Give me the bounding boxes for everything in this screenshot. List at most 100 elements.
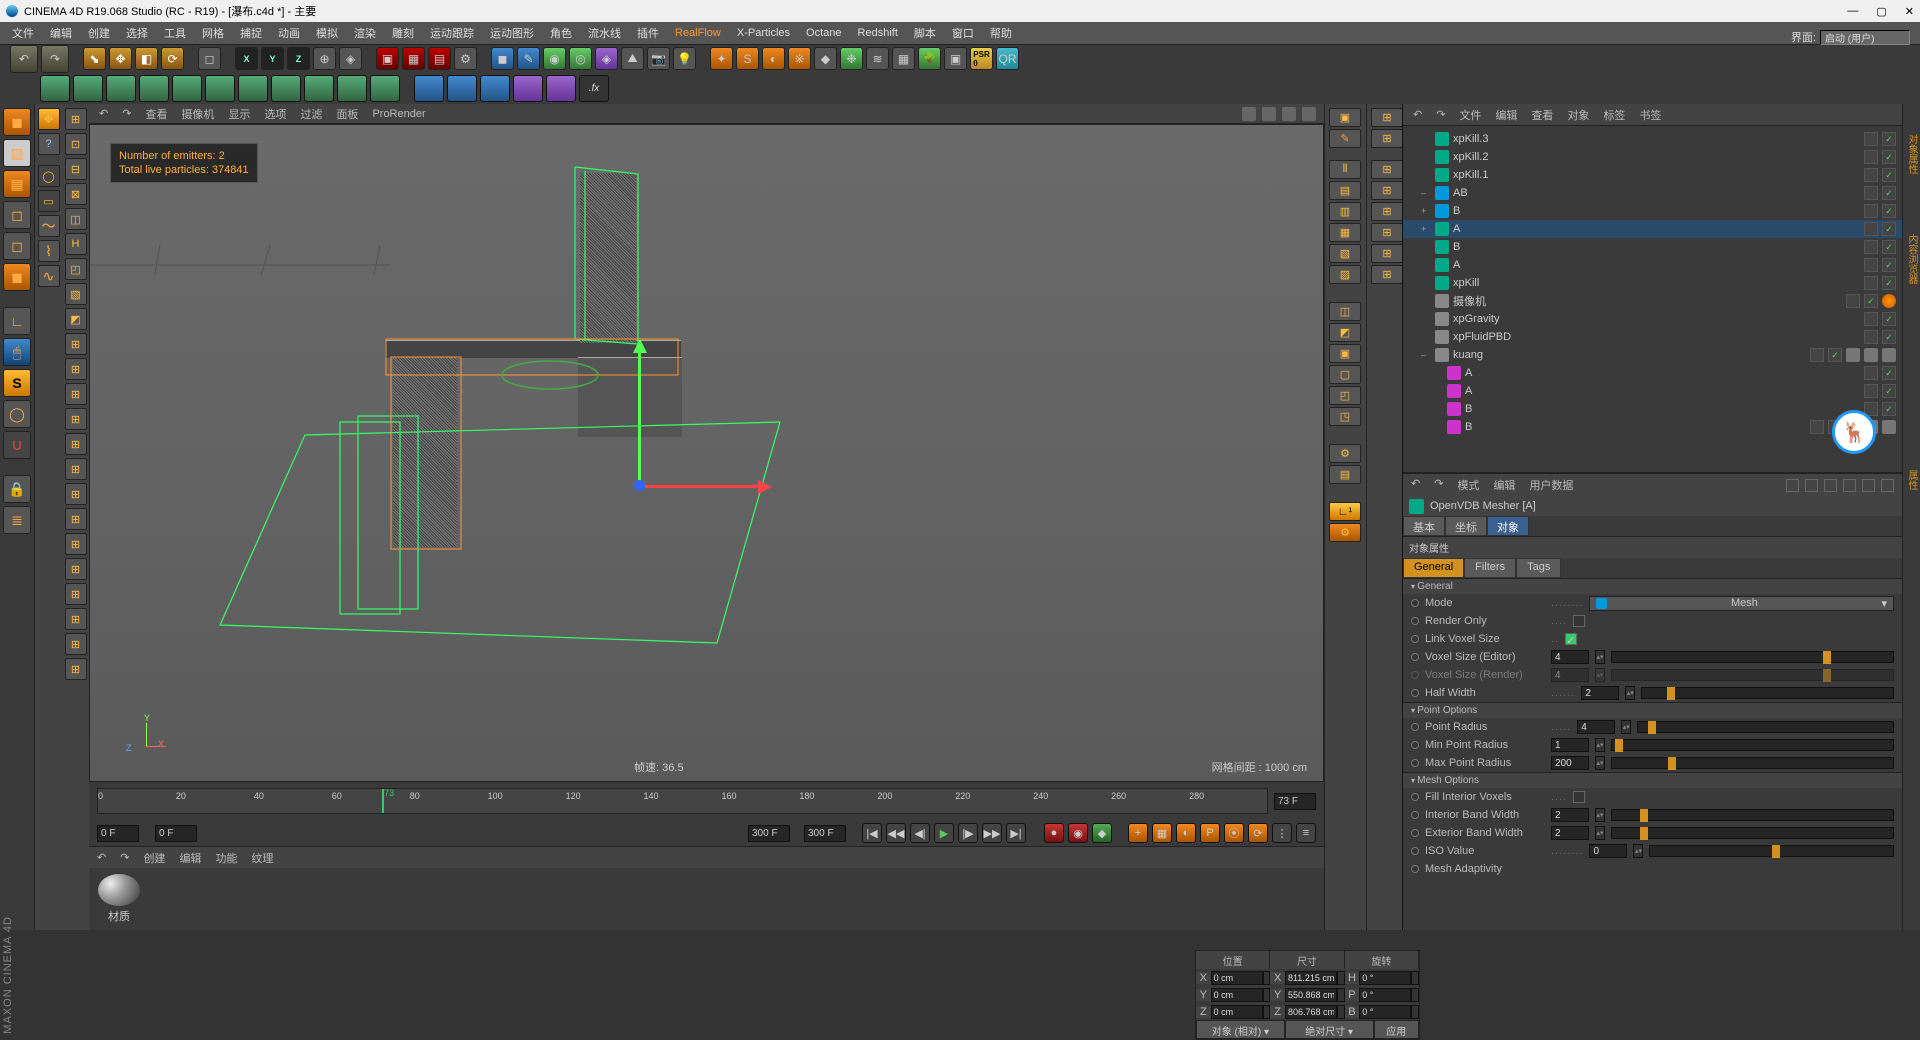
rc-gear[interactable]: ⚙ (1329, 523, 1361, 542)
keysel-3[interactable]: ◐ (1176, 823, 1196, 843)
tp2-5[interactable]: ◫ (65, 208, 87, 230)
om-item[interactable]: –AB (1403, 184, 1902, 202)
keyframe-button[interactable]: ◆ (1092, 823, 1112, 843)
tp2-20[interactable]: ⊞ (65, 583, 87, 605)
tp2-17[interactable]: ⊞ (65, 508, 87, 530)
rc2-1[interactable]: ⊞ (1371, 108, 1403, 127)
rc-1[interactable]: ▣ (1329, 108, 1361, 127)
attr-nav-up[interactable] (1824, 479, 1837, 492)
vp-redo-icon[interactable]: ↷ (122, 107, 131, 120)
itab-general[interactable]: General (1403, 558, 1464, 578)
om-redo[interactable]: ↷ (1436, 108, 1445, 121)
viewport[interactable]: Number of emitters: 2 Total live particl… (89, 124, 1324, 782)
rc2-3[interactable]: ⊞ (1371, 160, 1403, 179)
menu-redshift[interactable]: Redshift (852, 25, 904, 41)
material-manager[interactable]: 材质 (89, 868, 1324, 930)
menu-snap[interactable]: 捕捉 (234, 23, 268, 43)
keysel-opt[interactable]: ⋮ (1272, 823, 1292, 843)
attr-nav-lock[interactable] (1862, 479, 1875, 492)
nurbs-menu[interactable]: ◉ (543, 47, 566, 70)
attr-nav-fwd[interactable] (1805, 479, 1818, 492)
rc-pencil[interactable]: ✎ (1329, 129, 1361, 148)
menu-tools[interactable]: 工具 (158, 23, 192, 43)
tab-basic[interactable]: 基本 (1403, 516, 1445, 536)
undo-button[interactable]: ↶ (10, 45, 38, 73)
minimize-button[interactable]: — (1847, 5, 1858, 18)
camera-menu[interactable]: 📷 (647, 47, 670, 70)
gen-def1[interactable] (513, 75, 543, 102)
half-input[interactable] (1581, 686, 1619, 700)
vp-undo-icon[interactable]: ↶ (99, 107, 108, 120)
gen-6[interactable] (205, 75, 235, 102)
menu-file[interactable]: 文件 (6, 23, 40, 43)
deformer-menu[interactable]: ◈ (595, 47, 618, 70)
gen-sp1[interactable] (414, 75, 444, 102)
gen-1[interactable] (40, 75, 70, 102)
rc-9[interactable]: ◫ (1329, 302, 1361, 321)
xp-icon-9[interactable]: 🌳 (918, 47, 941, 70)
attr-mode[interactable]: 模式 (1457, 477, 1479, 493)
axis-tool[interactable]: ∟ (3, 307, 31, 335)
maxpr-slider[interactable] (1611, 757, 1894, 769)
om-bookmark[interactable]: 书签 (1639, 107, 1661, 123)
layer-tool[interactable]: ≣ (3, 506, 31, 534)
om-item[interactable]: xpGravity (1403, 310, 1902, 328)
vp-display[interactable]: 显示 (228, 106, 250, 122)
attr-nav-home[interactable] (1843, 479, 1856, 492)
rc-10[interactable]: ◩ (1329, 323, 1361, 342)
spline-pen[interactable]: ✎ (517, 47, 540, 70)
xp-icon-8[interactable]: ▦ (892, 47, 915, 70)
menu-plugins[interactable]: 插件 (631, 23, 665, 43)
vp-camera[interactable]: 摄像机 (181, 106, 214, 122)
vp-view[interactable]: 查看 (145, 106, 167, 122)
mat-undo-icon[interactable]: ↶ (97, 851, 106, 864)
mat-redo-icon[interactable]: ↷ (120, 851, 129, 864)
xp-icon-3[interactable]: ◐ (762, 47, 785, 70)
tp2-18[interactable]: ⊞ (65, 533, 87, 555)
tp2-10[interactable]: ⊞ (65, 333, 87, 355)
axis-x-toggle[interactable]: X (235, 47, 258, 70)
vse-slider[interactable] (1611, 651, 1894, 663)
goto-end[interactable]: ▶| (1006, 823, 1026, 843)
mode-dropdown[interactable]: Mesh▾ (1589, 596, 1894, 611)
gen-5[interactable] (172, 75, 202, 102)
render-settings[interactable]: ⚙ (454, 47, 477, 70)
mat-tex[interactable]: 纹理 (251, 850, 273, 866)
prev-key[interactable]: ◀◀ (886, 823, 906, 843)
rc-12[interactable]: ▢ (1329, 365, 1361, 384)
vp-nav-4[interactable] (1302, 107, 1316, 121)
attr-userdata[interactable]: 用户数据 (1529, 477, 1573, 493)
menu-octane[interactable]: Octane (800, 25, 847, 41)
keysel-opt2[interactable]: ≡ (1296, 823, 1316, 843)
om-item[interactable]: 摄像机 (1403, 292, 1902, 310)
keysel-2[interactable]: ▦ (1152, 823, 1172, 843)
xp-icon-7[interactable]: ≋ (866, 47, 889, 70)
om-item[interactable]: +B (1403, 202, 1902, 220)
rect-select[interactable]: ▭ (38, 190, 60, 212)
tp2-7[interactable]: ◰ (65, 258, 87, 280)
step-fwd[interactable]: |▶ (958, 823, 978, 843)
om-tags[interactable]: 标签 (1603, 107, 1625, 123)
tp2-8[interactable]: ▧ (65, 283, 87, 305)
half-slider[interactable] (1641, 687, 1894, 699)
iso-slider[interactable] (1649, 845, 1894, 857)
tp2-1[interactable]: ⊞ (65, 108, 87, 130)
xp-icon-10[interactable]: ▣ (944, 47, 967, 70)
rc-3[interactable]: ⫴ (1329, 160, 1361, 179)
render-region[interactable]: ▦ (402, 47, 425, 70)
rc2-5[interactable]: ⊞ (1371, 202, 1403, 221)
model-mode[interactable]: ◼ (3, 108, 31, 136)
minpr-slider[interactable] (1611, 739, 1894, 751)
rc-7[interactable]: ▧ (1329, 244, 1361, 263)
om-view[interactable]: 查看 (1531, 107, 1553, 123)
rc2-8[interactable]: ⊞ (1371, 265, 1403, 284)
coord-apply-btn[interactable]: 应用 (1374, 1020, 1419, 1039)
recent-tool[interactable]: ◻ (198, 47, 221, 70)
tp2-19[interactable]: ⊞ (65, 558, 87, 580)
menu-select[interactable]: 选择 (120, 23, 154, 43)
tp2-12[interactable]: ⊞ (65, 383, 87, 405)
itab-tags[interactable]: Tags (1516, 558, 1561, 578)
keysel-s[interactable]: ⦿ (1224, 823, 1244, 843)
ibw-slider[interactable] (1611, 809, 1894, 821)
tp2-3[interactable]: ⊟ (65, 158, 87, 180)
